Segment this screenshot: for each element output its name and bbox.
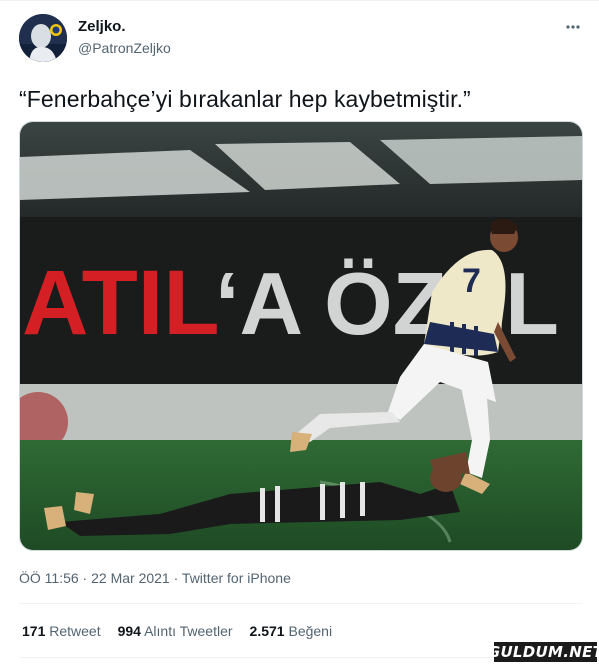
retweet-label: Retweet [49,623,101,639]
banner-text-red: ATIL [22,252,220,354]
banner-text-white: ‘A ÖZEL İÇ [215,254,583,353]
tweet-photo[interactable]: ATIL ‘A ÖZEL İÇ 7 [19,121,583,551]
divider [19,603,583,604]
match-photo: ATIL ‘A ÖZEL İÇ 7 [20,122,583,550]
avatar[interactable] [19,14,67,62]
avatar-image [19,14,67,62]
like-label: Beğeni [288,623,333,639]
timestamp[interactable]: ÖÖ 11:56 · 22 Mar 2021 [19,570,170,586]
like-number: 2.571 [249,623,285,639]
username[interactable]: @PatronZeljko [78,40,171,56]
quote-number: 994 [117,623,141,639]
retweet-number: 171 [22,623,46,639]
tweet-source[interactable]: Twitter for iPhone [182,570,291,586]
display-name[interactable]: Zeljko. [78,18,126,35]
more-icon[interactable] [560,14,586,34]
engagement-stats: 171 Retweet 994 Alıntı Tweetler 2.571 Beğe… [22,623,349,639]
tweet-text: “Fenerbahçe’yi bırakanlar hep kaybetmişt… [19,86,471,112]
retweet-count[interactable]: 171 Retweet [22,623,101,639]
quote-label: Alıntı Tweetler [144,623,233,639]
player-number: 7 [462,262,481,300]
top-divider [0,0,599,1]
quote-count[interactable]: 994 Alıntı Tweetler [118,623,233,639]
like-count[interactable]: 2.571 Beğeni [250,623,333,639]
tweet-card: Zeljko. @PatronZeljko “Fenerbahçe’yi bır… [0,0,599,664]
separator: · [169,570,182,586]
tweet-metadata: ÖÖ 11:56 · 22 Mar 2021 · Twitter for iPh… [19,570,291,586]
watermark-logo: GULDUM.NET [487,642,599,662]
